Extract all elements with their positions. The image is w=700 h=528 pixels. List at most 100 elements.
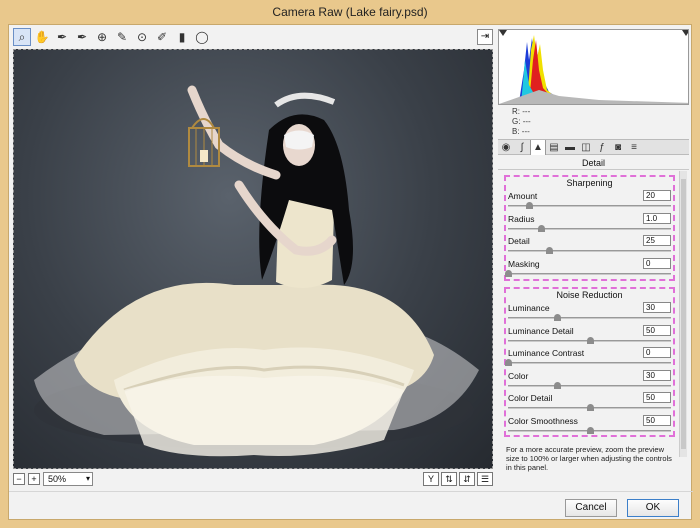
ok-button[interactable]: OK <box>627 499 679 517</box>
preview-note: For a more accurate preview, zoom the pr… <box>506 445 672 472</box>
window-frame-right <box>692 24 700 528</box>
slider-thumb[interactable] <box>537 224 545 232</box>
adjustment-panel: R: --- G: --- B: --- ◉ ∫ ▲ ▤ ▬ ◫ ƒ ◙ ≡ D… <box>498 25 689 491</box>
graduated-filter-tool-icon[interactable]: ▮ <box>173 28 191 46</box>
slider-label: Luminance Detail <box>508 325 574 336</box>
noise-reduction-group: Noise Reduction Luminance 30 Luminance Det… <box>504 287 675 437</box>
slider-label: Masking <box>508 258 540 269</box>
slider-value-input[interactable]: 0 <box>643 347 671 358</box>
slider-thumb[interactable] <box>505 269 512 277</box>
preview-options: Y ⇅ ⇵ ☰ <box>423 472 493 486</box>
slider-label: Luminance Contrast <box>508 348 585 358</box>
white-balance-tool-icon[interactable]: ✒ <box>53 28 71 46</box>
noise-reduction-control: Luminance Detail 50 <box>506 324 673 347</box>
histogram <box>498 29 689 105</box>
zoom-out-button[interactable]: − <box>13 473 25 485</box>
copy-settings-icon[interactable]: ⇵ <box>459 472 475 486</box>
effects-tab-icon[interactable]: ƒ <box>594 140 610 155</box>
noise-reduction-controls: Luminance 30 Luminance Detail 50 Luminance C… <box>505 301 673 437</box>
slider-value-input[interactable]: 30 <box>643 302 671 313</box>
slider-thumb[interactable] <box>545 247 553 254</box>
detail-tab-icon[interactable]: ▲ <box>530 140 546 155</box>
zoom-tool-icon[interactable]: ⌕ <box>13 28 31 46</box>
toolbar: ⌕ ✋ ✒ ✒ ⊕ ✎ ⊙ ✐ ▮ ◯ <box>13 28 211 48</box>
slider-label: Amount <box>508 191 538 201</box>
radial-filter-tool-icon[interactable]: ◯ <box>193 28 211 46</box>
camera-calibration-tab-icon[interactable]: ◙ <box>610 140 626 155</box>
r-label: R: <box>512 107 520 116</box>
sharpening-control: Detail 25 <box>506 234 673 257</box>
g-label: G: <box>512 117 521 126</box>
toggle-before-after-icon[interactable]: Y <box>423 472 439 486</box>
shadow-clipping-icon <box>499 30 507 36</box>
slider-thumb[interactable] <box>586 404 594 411</box>
spot-removal-tool-icon[interactable]: ✎ <box>113 28 131 46</box>
targeted-adjustment-tool-icon[interactable]: ⊕ <box>93 28 111 46</box>
fairy-photo <box>34 85 479 457</box>
basic-tab-icon[interactable]: ◉ <box>498 140 514 155</box>
sharpening-control: Amount 20 <box>506 189 673 212</box>
slider-track[interactable] <box>508 272 671 275</box>
zoom-bar: − + 50% ▾ Y ⇅ ⇵ ☰ <box>13 471 493 487</box>
slider-value-input[interactable]: 1.0 <box>643 212 671 224</box>
presets-tab-icon[interactable]: ≡ <box>626 140 642 155</box>
window-frame-bottom <box>0 520 700 528</box>
preview-preferences-icon[interactable]: ☰ <box>477 472 493 486</box>
slider-value-input[interactable]: 0 <box>643 257 671 269</box>
b-label: B: <box>512 127 520 136</box>
image-preview[interactable] <box>13 49 493 469</box>
swap-settings-icon[interactable]: ⇅ <box>441 472 457 486</box>
window-frame-left <box>0 24 8 528</box>
b-value: --- <box>521 127 530 136</box>
noise-reduction-control: Luminance 30 <box>506 301 673 324</box>
slider-value-input[interactable]: 30 <box>643 369 671 381</box>
red-eye-tool-icon[interactable]: ⊙ <box>133 28 151 46</box>
noise-reduction-control: Luminance Contrast 0 <box>505 346 673 369</box>
slider-label: Color <box>508 370 529 381</box>
slider-value-input[interactable]: 25 <box>643 235 671 246</box>
scrollbar-thumb[interactable] <box>681 179 686 449</box>
slider-value-input[interactable]: 50 <box>643 414 671 426</box>
camera-raw-dialog: ⌕ ✋ ✒ ✒ ⊕ ✎ ⊙ ✐ ▮ ◯ ⇥ − + 50% ▾ Y ⇅ ⇵ ☰ … <box>8 24 693 520</box>
slider-track[interactable] <box>508 362 671 364</box>
noise-reduction-control: Color Smoothness 50 <box>506 414 673 437</box>
panel-scrollbar[interactable] <box>679 171 687 457</box>
slider-value-input[interactable]: 50 <box>643 324 671 336</box>
noise-reduction-control: Color Detail 50 <box>506 391 673 414</box>
cancel-button[interactable]: Cancel <box>565 499 617 517</box>
r-value: --- <box>522 107 531 116</box>
slider-track[interactable] <box>508 384 671 387</box>
slider-thumb[interactable] <box>505 359 512 366</box>
slider-thumb[interactable] <box>553 381 561 389</box>
lens-corrections-tab-icon[interactable]: ◫ <box>578 140 594 155</box>
sharpening-controls: Amount 20 Radius 1.0 Detail 25 Masking 0 <box>505 189 673 279</box>
slider-thumb[interactable] <box>553 314 561 321</box>
zoom-in-button[interactable]: + <box>28 473 40 485</box>
sharpening-group: Sharpening Amount 20 Radius 1.0 Detail 25 Mask… <box>504 175 675 281</box>
g-value: --- <box>522 117 531 126</box>
slider-thumb[interactable] <box>586 336 594 344</box>
zoom-level-value: 50% <box>48 474 67 484</box>
window-title: Camera Raw (Lake fairy.psd) <box>0 0 700 24</box>
slider-thumb[interactable] <box>586 426 594 434</box>
split-toning-tab-icon[interactable]: ▬ <box>562 140 578 155</box>
hsl-tab-icon[interactable]: ▤ <box>546 140 562 155</box>
slider-track[interactable] <box>508 317 671 319</box>
slider-label: Detail <box>508 236 530 246</box>
slider-label: Luminance <box>508 303 550 313</box>
adjustment-brush-tool-icon[interactable]: ✐ <box>153 28 171 46</box>
highlight-clipping-icon <box>682 30 688 36</box>
noise-reduction-control: Color 30 <box>506 369 673 392</box>
zoom-level-select[interactable]: 50% ▾ <box>43 472 93 486</box>
sharpening-control: Radius 1.0 <box>506 212 673 235</box>
slider-track[interactable] <box>508 250 671 252</box>
slider-value-input[interactable]: 50 <box>643 392 671 403</box>
hand-tool-icon[interactable]: ✋ <box>33 28 51 46</box>
slider-thumb[interactable] <box>526 202 534 209</box>
tone-curve-tab-icon[interactable]: ∫ <box>514 140 530 155</box>
slider-track[interactable] <box>508 227 671 230</box>
slider-value-input[interactable]: 20 <box>643 190 671 201</box>
slider-label: Color Smoothness <box>508 415 578 426</box>
fullscreen-toggle-icon[interactable]: ⇥ <box>477 29 493 45</box>
color-sampler-tool-icon[interactable]: ✒ <box>73 28 91 46</box>
